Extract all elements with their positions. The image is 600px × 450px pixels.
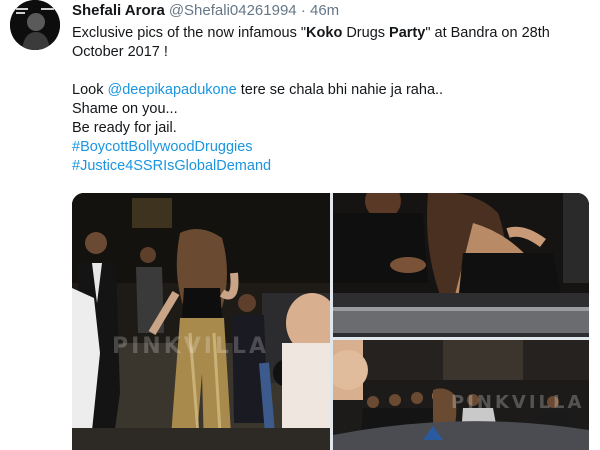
author-handle[interactable]: @Shefali04261994 xyxy=(169,2,297,19)
hashtag-link[interactable]: #BoycottBollywoodDruggies xyxy=(72,139,253,155)
tweet-header: Shefali Arora @Shefali04261994 · 46m xyxy=(72,2,339,20)
tweet-text: Exclusive pics of the now infamous "Koko… xyxy=(72,24,587,176)
photo-image: PINKVILLA xyxy=(333,340,589,450)
photo-image: PINKVILLA xyxy=(72,193,330,450)
party-photo-main[interactable]: PINKVILLA xyxy=(72,193,330,450)
bold-keyword: Party xyxy=(389,25,426,41)
photo-image xyxy=(333,193,589,337)
party-photo-top-right[interactable] xyxy=(333,193,589,337)
text-segment: Exclusive pics of the now infamous " xyxy=(72,25,307,41)
separator-dot: · xyxy=(300,2,306,19)
tweet-line-3: Shame on you... xyxy=(72,101,178,117)
party-photo-bottom-right[interactable]: PINKVILLA xyxy=(333,340,589,450)
avatar-image xyxy=(10,0,60,50)
media-grid: PINKVILLA PINKVILLA xyxy=(72,193,589,450)
watermark-text: PINKVILLA xyxy=(112,334,269,359)
avatar[interactable] xyxy=(10,0,60,50)
bold-keyword: Koko xyxy=(306,25,343,41)
tweet-line-2: Look @deepikapadukone tere se chala bhi … xyxy=(72,81,587,100)
tweet-timestamp[interactable]: 46m xyxy=(310,2,339,19)
hashtag-link[interactable]: #Justice4SSRIsGlobalDemand xyxy=(72,158,271,174)
tweet-line-1: Exclusive pics of the now infamous "Koko… xyxy=(72,24,587,62)
author-name[interactable]: Shefali Arora xyxy=(72,2,165,19)
text-segment: tere se chala bhi nahie ja raha.. xyxy=(236,82,444,98)
watermark-text: PINKVILLA xyxy=(451,392,584,413)
tweet-card[interactable]: Shefali Arora @Shefali04261994 · 46m Excl… xyxy=(0,0,600,450)
mention-link[interactable]: @deepikapadukone xyxy=(107,82,236,98)
text-segment: Look xyxy=(72,82,108,98)
text-segment: Drugs xyxy=(342,25,390,41)
tweet-line-4: Be ready for jail. xyxy=(72,120,177,136)
